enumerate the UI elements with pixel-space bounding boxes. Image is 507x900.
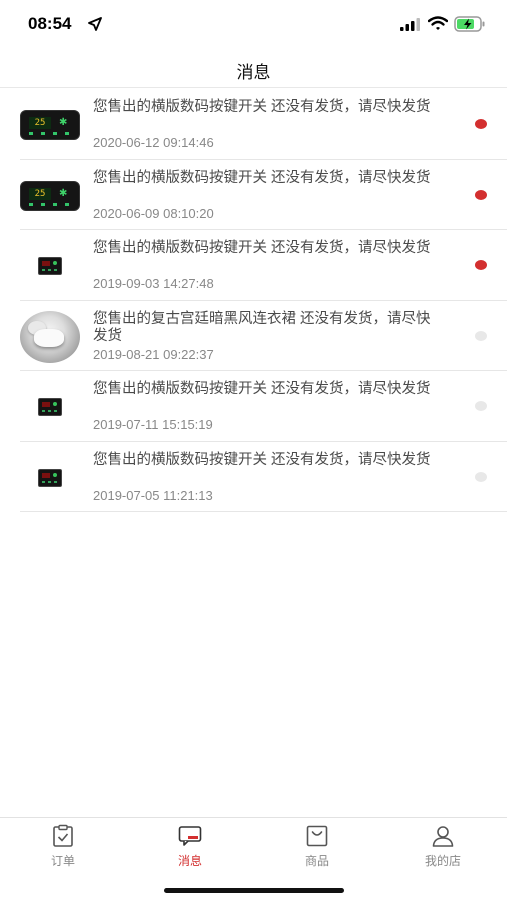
status-time: 08:54 xyxy=(28,14,72,33)
message-date: 2019-07-11 15:15:19 xyxy=(93,417,213,432)
order-clipboard-icon xyxy=(53,824,73,847)
message-date: 2019-07-05 11:21:13 xyxy=(93,487,213,503)
status-bar: 08:54 xyxy=(0,0,507,48)
product-thumbnail xyxy=(20,377,80,437)
product-thumbnail xyxy=(20,236,80,296)
unread-indicator xyxy=(475,189,487,200)
product-thumbnail xyxy=(20,448,80,508)
page-title: 消息 xyxy=(236,63,271,82)
message-list: 25 ✱ 您售出的横版数码按键开关 还没有发货，请尽快发货 2020-06-12 09… xyxy=(0,89,507,512)
tab-my-store[interactable]: 我的店 xyxy=(403,824,483,868)
message-date: 2020-06-09 08:10:20 xyxy=(93,205,214,221)
read-indicator xyxy=(475,401,487,411)
message-text: 您售出的复古宫廷暗黑风连衣裙 还没有发货，请尽快发货 xyxy=(93,310,431,344)
message-text: 您售出的横版数码按键开关 还没有发货，请尽快发货 xyxy=(93,169,431,186)
home-indicator xyxy=(164,888,344,893)
tab-label: 商品 xyxy=(304,854,329,868)
message-item[interactable]: 您售出的横版数码按键开关 还没有发货，请尽快发货 2019-09-03 14:27… xyxy=(0,230,507,301)
tab-goods[interactable]: 商品 xyxy=(277,824,357,868)
tab-orders[interactable]: 订单 xyxy=(23,824,103,868)
tab-label: 订单 xyxy=(50,854,75,868)
battery-charging-icon xyxy=(454,16,485,32)
nav-bar: 消息 xyxy=(0,48,507,88)
tab-messages[interactable]: 消息 xyxy=(150,824,230,868)
unread-indicator xyxy=(475,119,487,129)
message-date: 2019-08-21 09:22:37 xyxy=(93,346,214,362)
message-item[interactable]: 您售出的横版数码按键开关 还没有发货，请尽快发货 2019-07-11 15:15… xyxy=(0,371,507,442)
profile-user-icon xyxy=(432,826,454,847)
message-text: 您售出的横版数码按键开关 还没有发货，请尽快发货 xyxy=(93,240,431,256)
message-item[interactable]: 您售出的复古宫廷暗黑风连衣裙 还没有发货，请尽快发货 2019-08-21 09:… xyxy=(0,301,507,372)
cellular-signal-icon xyxy=(400,18,420,31)
product-thumbnail: 25 ✱ xyxy=(20,166,80,226)
product-thumbnail: 25 ✱ xyxy=(20,95,80,155)
message-date: 2020-06-12 09:14:46 xyxy=(93,135,214,150)
unread-indicator xyxy=(475,260,487,270)
message-text: 您售出的横版数码按键开关 还没有发货，请尽快发货 xyxy=(93,451,431,468)
message-text: 您售出的横版数码按键开关 还没有发货，请尽快发货 xyxy=(93,381,431,397)
tab-bar: 订单 消息 商品 我的店 xyxy=(0,817,507,900)
wifi-icon xyxy=(428,16,448,30)
message-item[interactable]: 25 ✱ 您售出的横版数码按键开关 还没有发货，请尽快发货 2020-06-12 09… xyxy=(0,89,507,160)
message-date: 2019-09-03 14:27:48 xyxy=(93,276,214,291)
tab-label: 消息 xyxy=(177,854,202,868)
message-item[interactable]: 25 ✱ 您售出的横版数码按键开关 还没有发货，请尽快发货 2020-06-09 08… xyxy=(0,160,507,231)
read-indicator xyxy=(475,471,487,482)
message-bubble-icon xyxy=(178,826,202,846)
message-text: 您售出的横版数码按键开关 还没有发货，请尽快发货 xyxy=(93,99,431,115)
tab-label: 我的店 xyxy=(424,854,461,868)
product-thumbnail xyxy=(20,307,80,367)
goods-bag-icon xyxy=(306,825,328,847)
message-item[interactable]: 您售出的横版数码按键开关 还没有发货，请尽快发货 2019-07-05 11:21… xyxy=(0,442,507,513)
read-indicator xyxy=(475,330,487,341)
location-arrow-icon xyxy=(88,17,102,31)
